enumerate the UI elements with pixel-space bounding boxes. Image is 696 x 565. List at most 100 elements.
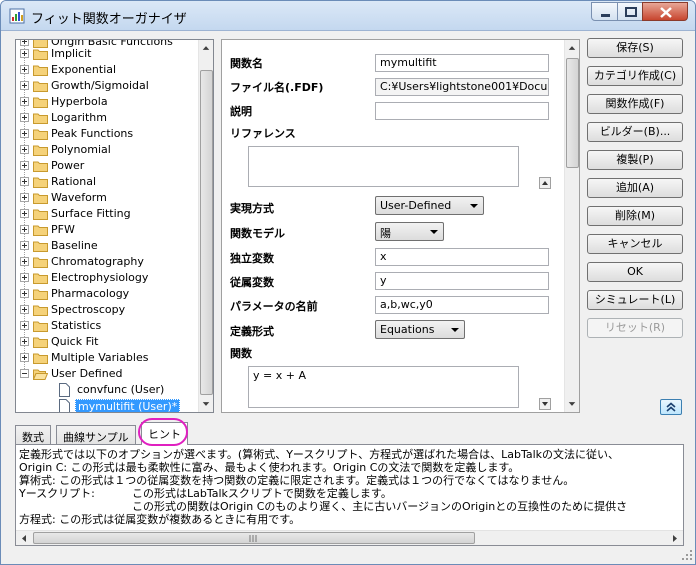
expand-icon[interactable] bbox=[20, 209, 29, 218]
simulate-button[interactable]: シミュレート(L) bbox=[587, 290, 683, 310]
expand-icon[interactable] bbox=[20, 241, 29, 250]
title-bar[interactable]: フィット関数オーガナイザ bbox=[1, 1, 695, 31]
new-category-button[interactable]: カテゴリ作成(C) bbox=[587, 66, 683, 86]
folder-icon bbox=[33, 289, 48, 300]
scroll-down-icon[interactable] bbox=[199, 396, 213, 412]
independent-var-field[interactable]: x bbox=[375, 248, 549, 266]
scroll-right-icon[interactable] bbox=[667, 531, 683, 546]
tree-folder-item[interactable]: Growth/Sigmoidal bbox=[16, 78, 201, 94]
tree-folder-user-defined[interactable]: User Defined bbox=[16, 366, 201, 382]
builder-button[interactable]: ビルダー(B)... bbox=[587, 122, 683, 142]
function-body-scroll-button[interactable] bbox=[539, 398, 551, 410]
expand-icon[interactable] bbox=[20, 273, 29, 282]
resize-grip-icon[interactable] bbox=[681, 549, 693, 561]
tree-folder-item[interactable]: Peak Functions bbox=[16, 126, 201, 142]
tree-folder-item[interactable]: Spectroscopy bbox=[16, 302, 201, 318]
definition-form-value: Equations bbox=[380, 323, 435, 336]
description-field[interactable] bbox=[375, 102, 549, 120]
expand-icon[interactable] bbox=[20, 289, 29, 298]
properties-scroll-thumb[interactable] bbox=[566, 58, 579, 168]
implementation-select[interactable]: User-Defined bbox=[375, 196, 484, 215]
hint-scroll-thumb[interactable] bbox=[33, 532, 475, 544]
tree-item-label: Waveform bbox=[51, 191, 107, 204]
collapse-icon[interactable] bbox=[20, 369, 29, 378]
close-button[interactable] bbox=[642, 2, 688, 21]
duplicate-button[interactable]: 複製(P) bbox=[587, 150, 683, 170]
ok-button[interactable]: OK bbox=[587, 262, 683, 282]
tree-item-label: mymultifit (User)* bbox=[75, 399, 181, 412]
parameter-names-field[interactable]: a,b,wc,y0 bbox=[375, 296, 549, 314]
tree-folder-item[interactable]: Hyperbola bbox=[16, 94, 201, 110]
reference-field[interactable] bbox=[248, 146, 519, 187]
tree-folder-item[interactable]: Multiple Variables bbox=[16, 350, 201, 366]
expand-icon[interactable] bbox=[20, 145, 29, 154]
cancel-button[interactable]: キャンセル bbox=[587, 234, 683, 254]
function-body-field[interactable]: y = x + A bbox=[248, 366, 519, 408]
hint-horizontal-scrollbar[interactable] bbox=[16, 530, 683, 545]
folder-icon bbox=[33, 97, 48, 108]
tree-scrollbar[interactable] bbox=[198, 40, 213, 412]
tree-item-mymultifit[interactable]: mymultifit (User)* bbox=[16, 398, 201, 412]
tree-folder-item[interactable]: PFW bbox=[16, 222, 201, 238]
maximize-button[interactable] bbox=[617, 2, 643, 21]
expand-icon[interactable] bbox=[20, 193, 29, 202]
function-tree[interactable]: Origin Basic Functions Implicit Exponenti… bbox=[15, 39, 214, 413]
tree-item-convfunc[interactable]: convfunc (User) bbox=[16, 382, 201, 398]
properties-scrollbar[interactable] bbox=[564, 40, 579, 412]
expand-icon[interactable] bbox=[20, 65, 29, 74]
tree-folder-item[interactable]: Electrophysiology bbox=[16, 270, 201, 286]
tree-folder-item[interactable]: Exponential bbox=[16, 62, 201, 78]
tree-folder-item[interactable]: Surface Fitting bbox=[16, 206, 201, 222]
expand-icon[interactable] bbox=[20, 353, 29, 362]
tree-folder-item[interactable]: Waveform bbox=[16, 190, 201, 206]
scroll-up-icon[interactable] bbox=[199, 40, 213, 56]
scroll-up-icon[interactable] bbox=[565, 40, 579, 56]
tab-sample-curve[interactable]: 曲線サンプル bbox=[56, 425, 136, 444]
scroll-left-icon[interactable] bbox=[16, 531, 32, 546]
definition-form-select[interactable]: Equations bbox=[375, 320, 465, 339]
hint-line: 定義形式では以下のオプションが選べます。(算術式、Yースクリプト、方程式が選ばれ… bbox=[19, 448, 620, 461]
scroll-down-icon[interactable] bbox=[565, 396, 579, 412]
save-button[interactable]: 保存(S) bbox=[587, 38, 683, 58]
tree-folder-item[interactable]: Chromatography bbox=[16, 254, 201, 270]
tree-item-label: Pharmacology bbox=[51, 287, 130, 300]
folder-icon bbox=[33, 65, 48, 76]
delete-button[interactable]: 削除(M) bbox=[587, 206, 683, 226]
reset-button[interactable]: リセット(R) bbox=[587, 318, 683, 338]
expand-icon[interactable] bbox=[20, 49, 29, 58]
function-model-select[interactable]: 陽 bbox=[375, 222, 444, 241]
collapse-panel-button[interactable] bbox=[660, 399, 682, 415]
tree-folder-item[interactable]: Logarithm bbox=[16, 110, 201, 126]
tree-folder-item[interactable]: Rational bbox=[16, 174, 201, 190]
expand-icon[interactable] bbox=[20, 225, 29, 234]
dependent-var-field[interactable]: y bbox=[375, 272, 549, 290]
expand-icon[interactable] bbox=[20, 257, 29, 266]
tree-folder-item[interactable]: Pharmacology bbox=[16, 286, 201, 302]
expand-icon[interactable] bbox=[20, 337, 29, 346]
tree-folder-item[interactable]: Quick Fit bbox=[16, 334, 201, 350]
minimize-button[interactable] bbox=[591, 2, 618, 21]
tree-item-label: Polynomial bbox=[51, 143, 111, 156]
expand-icon[interactable] bbox=[20, 81, 29, 90]
tree-folder-item[interactable]: Baseline bbox=[16, 238, 201, 254]
tree-folder-item[interactable]: Power bbox=[16, 158, 201, 174]
expand-icon[interactable] bbox=[20, 161, 29, 170]
tree-folder-item[interactable]: Implicit bbox=[16, 46, 201, 62]
expand-icon[interactable] bbox=[20, 40, 29, 46]
expand-icon[interactable] bbox=[20, 177, 29, 186]
file-name-field[interactable]: C:¥Users¥lightstone001¥Docu bbox=[375, 78, 549, 96]
tree-scroll-thumb[interactable] bbox=[200, 70, 213, 395]
add-button[interactable]: 追加(A) bbox=[587, 178, 683, 198]
expand-icon[interactable] bbox=[20, 97, 29, 106]
tab-formula[interactable]: 数式 bbox=[15, 425, 51, 444]
document-icon bbox=[59, 383, 70, 397]
tree-folder-item[interactable]: Polynomial bbox=[16, 142, 201, 158]
expand-icon[interactable] bbox=[20, 113, 29, 122]
new-function-button[interactable]: 関数作成(F) bbox=[587, 94, 683, 114]
expand-icon[interactable] bbox=[20, 305, 29, 314]
tree-folder-item[interactable]: Statistics bbox=[16, 318, 201, 334]
reference-scroll-button[interactable] bbox=[539, 177, 551, 189]
func-name-field[interactable]: mymultifit bbox=[375, 54, 549, 72]
expand-icon[interactable] bbox=[20, 129, 29, 138]
expand-icon[interactable] bbox=[20, 321, 29, 330]
